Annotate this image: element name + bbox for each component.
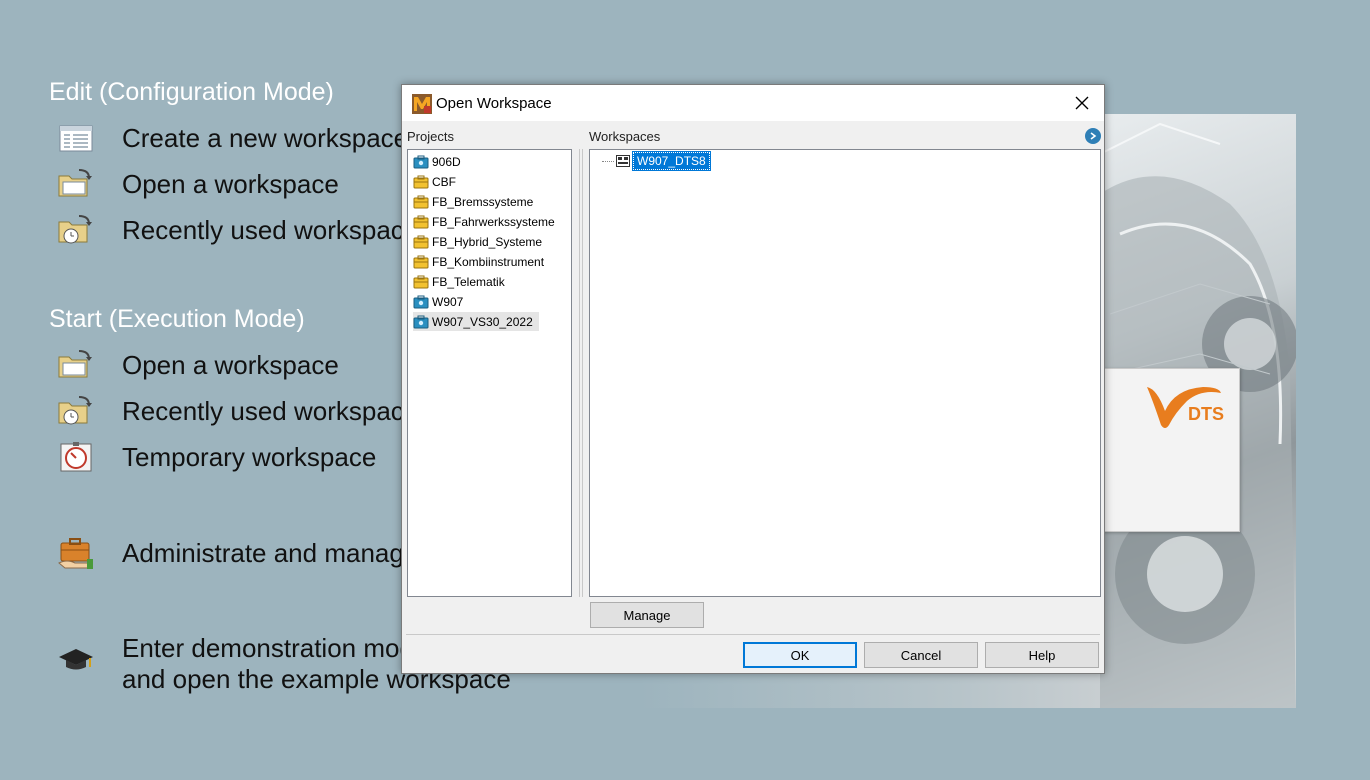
recent-folder-clock-icon: [56, 393, 96, 429]
navigate-forward-button[interactable]: [1085, 128, 1101, 144]
project-name: FB_Hybrid_Systeme: [432, 234, 543, 249]
project-name: FB_Telematik: [432, 274, 505, 289]
project-name: FB_Bremssysteme: [432, 194, 534, 209]
project-item[interactable]: FB_Kombiinstrument: [413, 252, 550, 271]
project-name: W907: [432, 294, 464, 309]
recent-workspaces-edit-item[interactable]: Recently used workspaces: [56, 212, 431, 248]
workspace-icon: [616, 155, 630, 167]
open-workspace-start-item[interactable]: Open a workspace: [56, 347, 339, 383]
app-logo-icon: [412, 94, 432, 114]
workspace-tree-item[interactable]: W907_DTS8: [602, 151, 711, 171]
workspaces-tree[interactable]: W907_DTS8: [589, 149, 1101, 597]
project-name: 906D: [432, 154, 461, 169]
dialog-titlebar[interactable]: Open Workspace: [402, 85, 1104, 121]
project-item[interactable]: 906D: [413, 152, 467, 171]
close-icon: [1075, 96, 1089, 110]
project-folder-icon: [413, 215, 432, 229]
pane-splitter[interactable]: [579, 149, 583, 597]
dts-brand-text: DTS: [1188, 404, 1224, 424]
edit-section-title: Edit (Configuration Mode): [49, 78, 334, 106]
open-workspace-edit-item[interactable]: Open a workspace: [56, 166, 339, 202]
briefcase-hand-icon: [56, 535, 96, 571]
project-blue-icon: [413, 315, 432, 329]
project-item[interactable]: CBF: [413, 172, 462, 191]
project-item[interactable]: FB_Bremssysteme: [413, 192, 539, 211]
dts-logo-card: [1100, 368, 1240, 532]
open-folder-icon: [56, 166, 96, 202]
open-workspace-start-label: Open a workspace: [122, 349, 339, 380]
demo-mode-icon-wrap[interactable]: [56, 642, 96, 678]
project-folder-icon: [413, 235, 432, 249]
recent-workspaces-edit-label: Recently used workspaces: [122, 214, 432, 245]
projects-label: Projects: [407, 129, 454, 144]
project-item[interactable]: FB_Hybrid_Systeme: [413, 232, 548, 251]
project-name: CBF: [432, 174, 456, 189]
stopwatch-icon: [56, 439, 96, 475]
manage-button[interactable]: Manage: [590, 602, 704, 628]
project-item[interactable]: FB_Telematik: [413, 272, 511, 291]
project-folder-icon: [413, 275, 432, 289]
project-folder-icon: [413, 195, 432, 209]
open-workspace-edit-label: Open a workspace: [122, 168, 339, 199]
project-name: FB_Fahrwerkssysteme: [432, 214, 555, 229]
project-blue-icon: [413, 155, 432, 169]
create-new-workspace-item[interactable]: Create a new workspace: [56, 120, 408, 156]
dialog-separator: [406, 634, 1100, 635]
project-folder-icon: [413, 255, 432, 269]
project-name: W907_VS30_2022: [432, 314, 533, 329]
recent-workspaces-start-label: Recently used workspaces: [122, 395, 432, 426]
create-new-workspace-label: Create a new workspace: [122, 122, 409, 153]
administrate-manage-label: Administrate and manage: [122, 537, 419, 568]
open-folder-icon: [56, 347, 96, 383]
start-section-title: Start (Execution Mode): [49, 305, 305, 333]
project-item[interactable]: W907_VS30_2022: [413, 312, 539, 331]
temporary-workspace-label: Temporary workspace: [122, 441, 377, 472]
new-document-icon: [56, 120, 96, 156]
ok-button[interactable]: OK: [743, 642, 857, 668]
project-name: FB_Kombiinstrument: [432, 254, 545, 269]
project-folder-icon: [413, 175, 432, 189]
close-button[interactable]: [1060, 85, 1104, 121]
project-blue-icon: [413, 295, 432, 309]
workspace-name: W907_DTS8: [632, 151, 711, 171]
cancel-button[interactable]: Cancel: [864, 642, 978, 668]
help-button[interactable]: Help: [985, 642, 1099, 668]
administrate-manage-item[interactable]: Administrate and manage: [56, 535, 418, 571]
workspaces-label: Workspaces: [589, 129, 661, 144]
recent-folder-clock-icon: [56, 212, 96, 248]
open-workspace-dialog: Open Workspace Projects Workspaces 906D C…: [401, 84, 1105, 674]
chevron-right-icon: [1090, 132, 1097, 140]
project-item[interactable]: W907: [413, 292, 469, 311]
graduation-cap-icon: [56, 642, 96, 678]
project-item[interactable]: FB_Fahrwerkssysteme: [413, 212, 561, 231]
dialog-title: Open Workspace: [436, 95, 552, 112]
projects-list[interactable]: 906D CBF FB_Bremssysteme FB_Fahrwerkssystem…: [407, 149, 572, 597]
temporary-workspace-item[interactable]: Temporary workspace: [56, 439, 376, 475]
recent-workspaces-start-item[interactable]: Recently used workspaces: [56, 393, 431, 429]
